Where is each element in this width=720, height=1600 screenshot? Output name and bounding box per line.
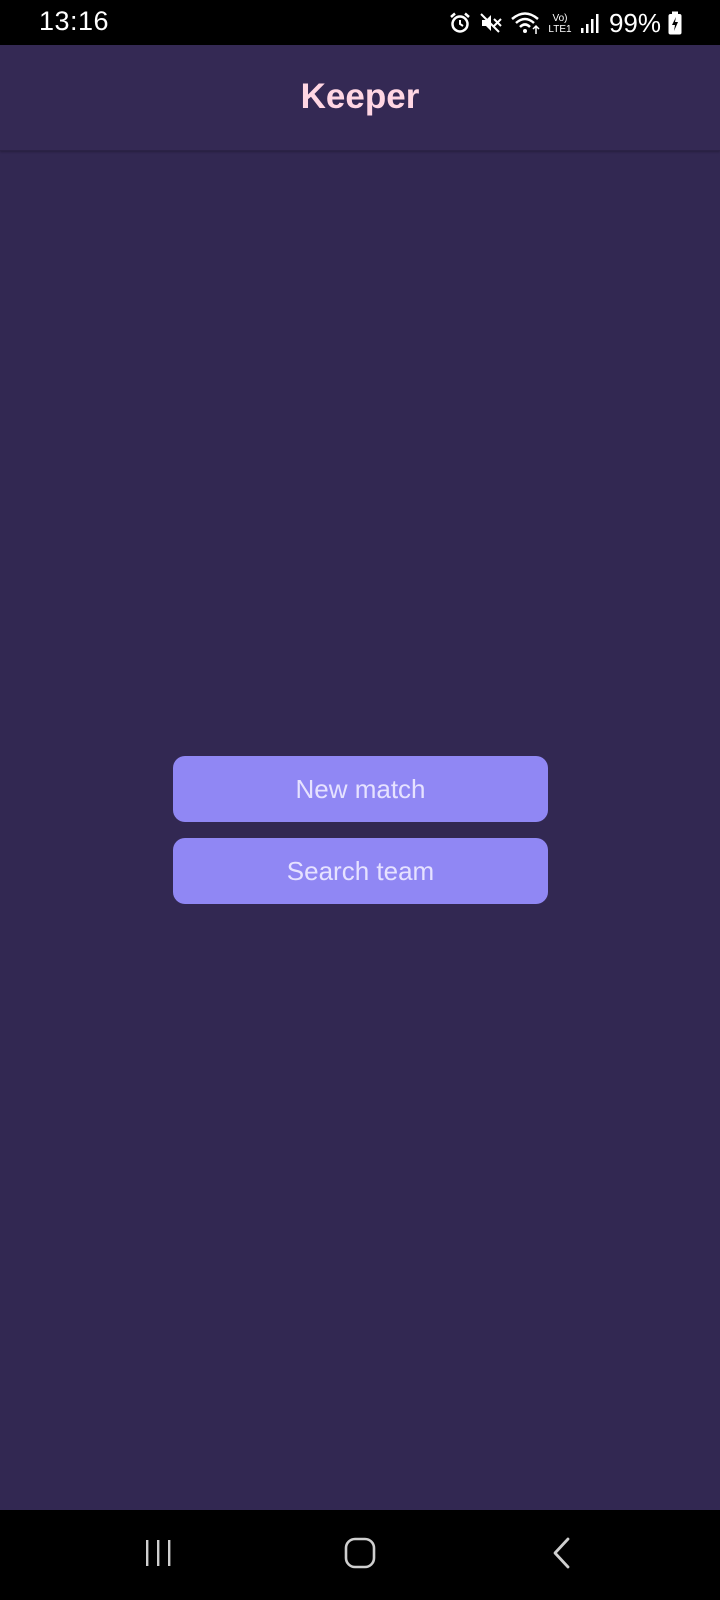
status-time: 13:16	[39, 6, 110, 36]
battery-percent: 99%	[608, 7, 661, 38]
signal-icon	[580, 11, 600, 35]
screen: 13:16 Vo) LTE1 99% Keeper New match Sear…	[0, 0, 720, 1600]
home-icon	[343, 1536, 377, 1575]
alarm-icon	[448, 11, 472, 35]
wifi-icon	[510, 11, 540, 35]
recents-icon	[141, 1538, 175, 1573]
home-button[interactable]	[330, 1532, 390, 1578]
search-team-button[interactable]: Search team	[173, 838, 548, 904]
navigation-bar	[0, 1510, 720, 1600]
app-title: Keeper	[300, 77, 420, 116]
back-button[interactable]	[532, 1532, 592, 1578]
svg-text:Vo): Vo)	[552, 13, 567, 24]
battery-charging-icon	[668, 11, 682, 35]
svg-text:LTE1: LTE1	[548, 24, 572, 35]
search-team-label: Search team	[286, 855, 435, 886]
new-match-label: New match	[295, 773, 426, 804]
mute-icon	[479, 11, 503, 35]
new-match-button[interactable]: New match	[173, 756, 548, 822]
back-icon	[547, 1536, 577, 1575]
status-bar: 13:16 Vo) LTE1 99%	[0, 0, 720, 45]
recents-button[interactable]	[128, 1532, 188, 1578]
app-bar: Keeper	[0, 45, 720, 151]
volte-lte-icon: Vo) LTE1	[547, 11, 573, 35]
status-icons: Vo) LTE1 99%	[448, 8, 682, 38]
